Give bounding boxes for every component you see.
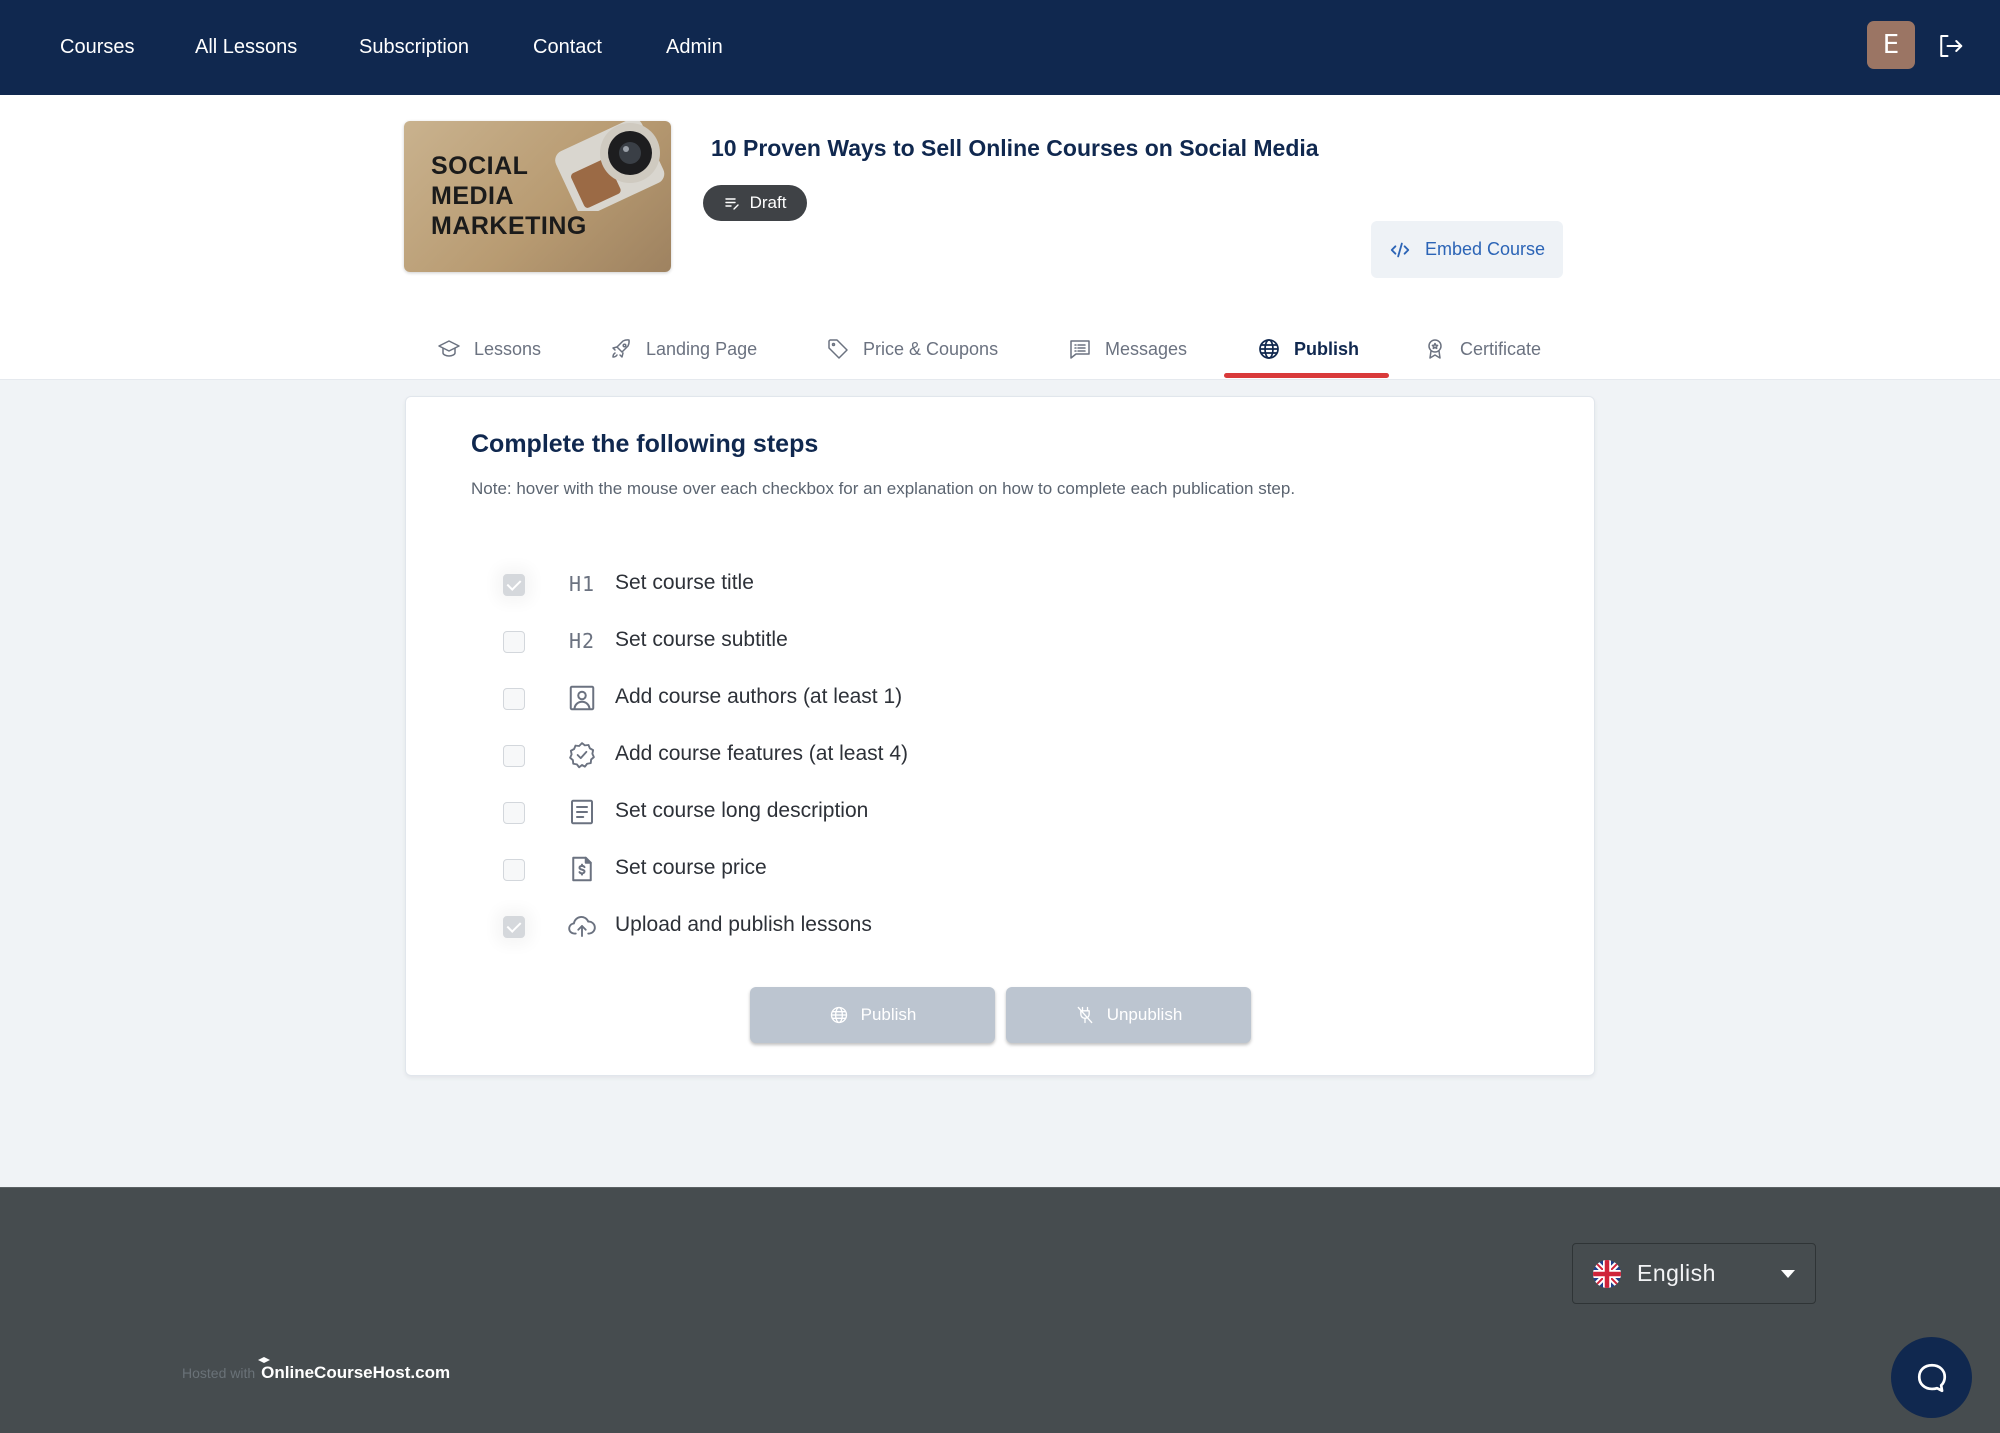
h2-icon: H2 — [568, 629, 596, 653]
unpublish-button-label: Unpublish — [1106, 1005, 1183, 1024]
publish-button[interactable]: Publish — [750, 987, 995, 1043]
logout-icon[interactable] — [1935, 31, 1965, 61]
step-checkbox[interactable] — [503, 631, 525, 653]
step-item: Set course price — [406, 849, 1596, 889]
brand-name: OnlineCourseHost.com — [261, 1363, 451, 1382]
step-checkbox[interactable] — [503, 859, 525, 881]
tab-landing-page[interactable]: Landing Page — [609, 318, 757, 380]
nav-courses[interactable]: Courses — [60, 0, 134, 95]
code-icon — [1390, 242, 1410, 257]
badge-check-icon — [566, 739, 598, 771]
step-checkbox[interactable] — [503, 745, 525, 767]
tab-publish[interactable]: Publish — [1257, 318, 1359, 380]
step-label: Set course long description — [615, 799, 869, 822]
uk-flag-icon — [1593, 1259, 1621, 1288]
chat-bubble-icon — [1917, 1363, 1946, 1392]
step-checkbox[interactable] — [503, 574, 525, 596]
step-checkbox[interactable] — [503, 916, 525, 938]
step-item: H2 Set course subtitle — [406, 621, 1596, 661]
step-label: Set course subtitle — [615, 628, 788, 651]
nav-contact[interactable]: Contact — [533, 0, 602, 95]
course-thumbnail: SOCIAL MEDIA MARKETING — [404, 121, 671, 272]
graduation-cap-icon — [258, 1357, 271, 1363]
footer: English Hosted with OnlineCourseHost.com — [0, 1187, 2000, 1433]
step-item: Upload and publish lessons — [406, 906, 1596, 946]
avatar[interactable]: E — [1867, 21, 1915, 69]
award-icon — [1428, 339, 1442, 359]
tab-messages[interactable]: Messages — [1068, 318, 1187, 380]
card-note: Note: hover with the mouse over each che… — [471, 479, 1296, 498]
embed-course-label: Embed Course — [1424, 239, 1546, 259]
file-text-icon — [566, 796, 598, 828]
step-checkbox[interactable] — [503, 802, 525, 824]
hosted-prefix: Hosted with — [182, 1365, 256, 1381]
hosted-with-link[interactable]: Hosted with OnlineCourseHost.com — [182, 1357, 451, 1383]
nav-subscription[interactable]: Subscription — [359, 0, 469, 95]
card-title: Complete the following steps — [471, 430, 819, 458]
globe-icon — [1259, 339, 1279, 359]
user-square-icon — [566, 682, 598, 714]
chevron-down-icon — [1781, 1270, 1795, 1278]
tab-lessons[interactable]: Lessons — [437, 318, 541, 380]
status-badge: Draft — [703, 185, 807, 221]
tab-label: Lessons — [474, 338, 542, 359]
message-icon — [1070, 340, 1090, 359]
active-tab-indicator — [1224, 373, 1389, 378]
tab-label: Certificate — [1460, 338, 1542, 359]
camera-icon — [555, 121, 665, 211]
embed-course-button[interactable]: Embed Course — [1371, 221, 1563, 278]
nav-admin[interactable]: Admin — [666, 0, 723, 95]
tab-price-coupons[interactable]: Price & Coupons — [826, 318, 998, 380]
step-item: H1 Set course title — [406, 564, 1596, 604]
globe-icon — [830, 1006, 847, 1024]
step-checkbox[interactable] — [503, 688, 525, 710]
status-label: Draft — [749, 193, 787, 212]
cloud-upload-icon — [566, 910, 598, 942]
tab-certificate[interactable]: Certificate — [1423, 318, 1541, 380]
brand-logo: OnlineCourseHost.com — [258, 1357, 451, 1383]
step-label: Add course features (at least 4) — [615, 742, 908, 765]
tab-label: Landing Page — [646, 338, 758, 359]
h1-icon: H1 — [568, 572, 596, 596]
step-item: Add course authors (at least 1) — [406, 678, 1596, 718]
plug-off-icon — [1077, 1006, 1093, 1024]
step-label: Set course title — [615, 571, 754, 594]
publish-steps-card: Complete the following steps Note: hover… — [405, 396, 1595, 1076]
language-select[interactable]: English — [1572, 1243, 1816, 1304]
tab-label: Price & Coupons — [863, 338, 999, 359]
draft-icon — [724, 198, 739, 210]
chat-button[interactable] — [1891, 1337, 1972, 1418]
rocket-icon — [612, 339, 630, 358]
file-dollar-icon — [566, 853, 598, 885]
course-title: 10 Proven Ways to Sell Online Courses on… — [711, 135, 1319, 161]
unpublish-button[interactable]: Unpublish — [1006, 987, 1251, 1043]
course-tabs: Lessons Landing Page Price & Coupons Mes… — [0, 318, 2000, 380]
language-label: English — [1637, 1260, 1716, 1286]
nav-all-lessons[interactable]: All Lessons — [195, 0, 297, 95]
top-navbar: Courses All Lessons Subscription Contact… — [0, 0, 2000, 95]
step-label: Set course price — [615, 856, 767, 879]
step-item: Add course features (at least 4) — [406, 735, 1596, 775]
step-label: Upload and publish lessons — [615, 913, 872, 936]
graduation-cap-icon — [438, 340, 460, 357]
publish-button-label: Publish — [860, 1005, 917, 1024]
step-item: Set course long description — [406, 792, 1596, 832]
tab-label: Messages — [1105, 338, 1188, 359]
step-label: Add course authors (at least 1) — [615, 685, 903, 708]
tab-label: Publish — [1294, 338, 1360, 359]
tag-icon — [828, 339, 848, 359]
